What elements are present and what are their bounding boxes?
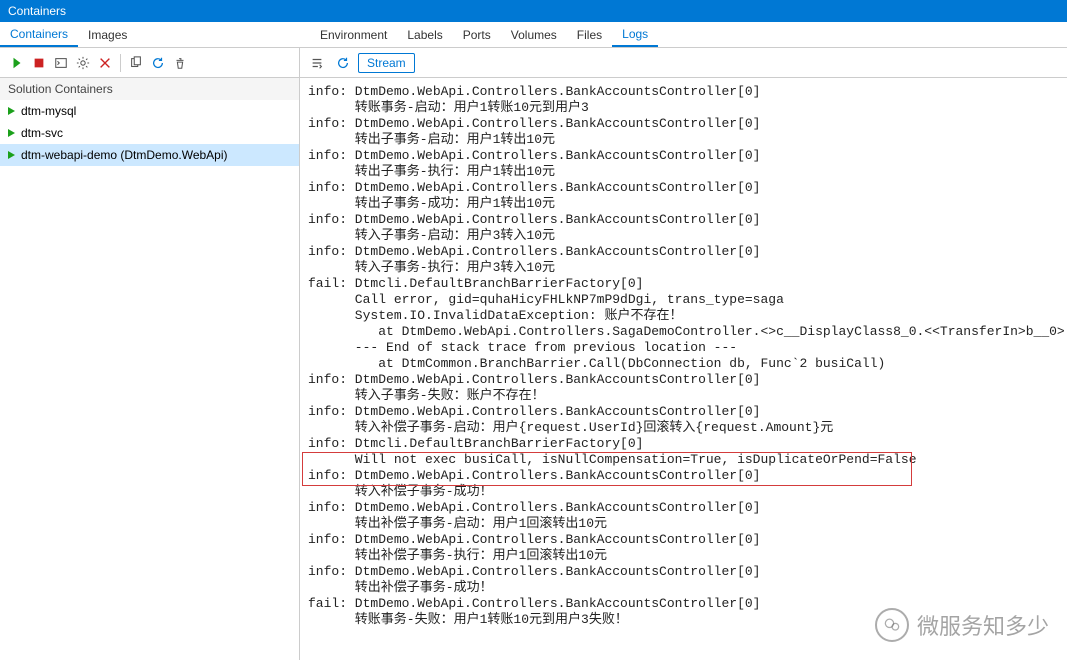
tab-label: Volumes [511, 28, 557, 42]
tab-label: Containers [10, 27, 68, 41]
tab-images[interactable]: Images [78, 22, 137, 47]
left-pane: Solution Containers dtm-mysql dtm-svc dt… [0, 48, 300, 660]
tab-label: Environment [320, 28, 387, 42]
log-text: info: DtmDemo.WebApi.Controllers.BankAcc… [308, 84, 1065, 627]
tabs-row: Containers Images Environment Labels Por… [0, 22, 1067, 48]
containers-toolbar [0, 48, 299, 78]
tab-label: Labels [407, 28, 442, 42]
running-icon [8, 129, 15, 137]
container-list: dtm-mysql dtm-svc dtm-webapi-demo (DtmDe… [0, 100, 299, 660]
refresh-icon[interactable] [147, 52, 169, 74]
tab-volumes[interactable]: Volumes [501, 22, 567, 47]
window-title: Containers [8, 4, 66, 18]
window-titlebar: Containers [0, 0, 1067, 22]
container-label: dtm-mysql [21, 104, 76, 118]
wrap-icon[interactable] [306, 52, 328, 74]
container-label: dtm-svc [21, 126, 63, 140]
settings-icon[interactable] [72, 52, 94, 74]
log-output[interactable]: info: DtmDemo.WebApi.Controllers.BankAcc… [300, 78, 1067, 660]
tab-labels[interactable]: Labels [397, 22, 452, 47]
tab-files[interactable]: Files [567, 22, 612, 47]
right-pane: Stream info: DtmDemo.WebApi.Controllers.… [300, 48, 1067, 660]
tab-label: Files [577, 28, 602, 42]
tab-containers[interactable]: Containers [0, 22, 78, 47]
play-icon[interactable] [6, 52, 28, 74]
logs-toolbar: Stream [300, 48, 1067, 78]
separator [120, 54, 121, 72]
stream-button[interactable]: Stream [358, 53, 415, 73]
copy-icon[interactable] [125, 52, 147, 74]
tab-label: Images [88, 28, 127, 42]
delete-icon[interactable] [94, 52, 116, 74]
refresh-logs-icon[interactable] [332, 52, 354, 74]
container-item-dtm-svc[interactable]: dtm-svc [0, 122, 299, 144]
stop-icon[interactable] [28, 52, 50, 74]
container-item-dtm-mysql[interactable]: dtm-mysql [0, 100, 299, 122]
tab-label: Ports [463, 28, 491, 42]
container-label: dtm-webapi-demo (DtmDemo.WebApi) [21, 148, 228, 162]
tab-environment[interactable]: Environment [310, 22, 397, 47]
tab-ports[interactable]: Ports [453, 22, 501, 47]
running-icon [8, 107, 15, 115]
container-item-dtm-webapi-demo[interactable]: dtm-webapi-demo (DtmDemo.WebApi) [0, 144, 299, 166]
section-header: Solution Containers [0, 78, 299, 100]
terminal-icon[interactable] [50, 52, 72, 74]
tab-label: Logs [622, 27, 648, 41]
prune-icon[interactable] [169, 52, 191, 74]
tab-logs[interactable]: Logs [612, 22, 658, 47]
running-icon [8, 151, 15, 159]
